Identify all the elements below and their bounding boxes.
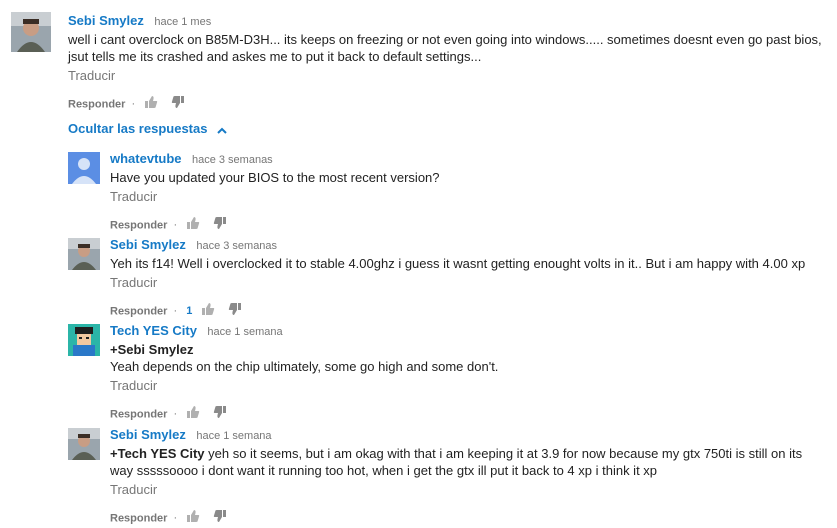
translate-link[interactable]: Traducir: [68, 67, 828, 84]
reply-button[interactable]: Responder: [110, 305, 167, 317]
separator: ·: [173, 219, 178, 232]
comment-actions: Responder ·: [68, 95, 828, 111]
comment-time[interactable]: hace 1 mes: [154, 16, 211, 28]
reply-button[interactable]: Responder: [110, 512, 167, 524]
separator: ·: [173, 408, 178, 421]
thumbs-down-icon[interactable]: [213, 509, 227, 528]
like-count: 1: [186, 305, 193, 318]
thumbs-down-icon[interactable]: [213, 216, 227, 235]
comment-author[interactable]: Sebi Smylez: [110, 237, 186, 252]
main-comment: Sebi Smylez hace 1 mes well i cant overc…: [0, 0, 837, 110]
comment-body: yeh so it seems, but i am okag with that…: [110, 446, 803, 478]
avatar[interactable]: [68, 324, 100, 356]
thumbs-up-icon[interactable]: [144, 95, 158, 114]
comment-time[interactable]: hace 1 semana: [207, 326, 282, 338]
chevron-up-icon: [217, 122, 227, 137]
translate-link[interactable]: Traducir: [110, 481, 825, 498]
thumbs-up-icon[interactable]: [201, 302, 215, 321]
thumbs-down-icon[interactable]: [228, 302, 242, 321]
comment-time[interactable]: hace 3 semanas: [192, 154, 273, 166]
separator: ·: [173, 305, 178, 318]
thumbs-up-icon[interactable]: [186, 405, 200, 424]
hide-replies-label: Ocultar las respuestas: [68, 121, 208, 136]
translate-link[interactable]: Traducir: [110, 377, 830, 394]
avatar[interactable]: [68, 428, 100, 460]
comment-author[interactable]: Tech YES City: [110, 323, 197, 338]
mention-link[interactable]: +Sebi Smylez: [110, 342, 193, 357]
mention-link[interactable]: +Tech YES City: [110, 446, 205, 461]
hide-replies-button[interactable]: Ocultar las respuestas: [68, 121, 227, 137]
avatar[interactable]: [68, 238, 100, 270]
comment-actions: Responder ·: [110, 509, 825, 525]
reply-button[interactable]: Responder: [110, 408, 167, 420]
reply-button[interactable]: Responder: [68, 98, 125, 110]
comment-text: well i cant overclock on B85M-D3H... its…: [68, 32, 822, 64]
comment-actions: Responder · 1: [110, 302, 837, 318]
comment-text: +Tech YES City yeh so it seems, but i am…: [110, 445, 825, 479]
comment-mention[interactable]: +Sebi Smylez: [110, 341, 830, 358]
comment-time[interactable]: hace 1 semana: [196, 430, 271, 442]
avatar[interactable]: [11, 12, 51, 52]
thumbs-up-icon[interactable]: [186, 216, 200, 235]
separator: ·: [131, 98, 136, 111]
comment-author[interactable]: Sebi Smylez: [110, 427, 186, 442]
thumbs-down-icon[interactable]: [171, 95, 185, 114]
translate-link[interactable]: Traducir: [110, 274, 837, 291]
avatar[interactable]: [68, 152, 100, 184]
thumbs-up-icon[interactable]: [186, 509, 200, 528]
thumbs-down-icon[interactable]: [213, 405, 227, 424]
reply-button[interactable]: Responder: [110, 219, 167, 231]
comment-author[interactable]: Sebi Smylez: [68, 13, 144, 28]
comment-text: Yeh its f14! Well i overclocked it to st…: [110, 256, 806, 271]
comment-time[interactable]: hace 3 semanas: [196, 240, 277, 252]
translate-link[interactable]: Traducir: [110, 188, 830, 205]
separator: ·: [173, 512, 178, 525]
comment-actions: Responder ·: [110, 405, 830, 421]
comment-actions: Responder ·: [110, 216, 830, 232]
comment-text: Have you updated your BIOS to the most r…: [110, 170, 440, 185]
comment-author[interactable]: whatevtube: [110, 151, 182, 166]
comment-text: Yeah depends on the chip ultimately, som…: [110, 359, 499, 374]
